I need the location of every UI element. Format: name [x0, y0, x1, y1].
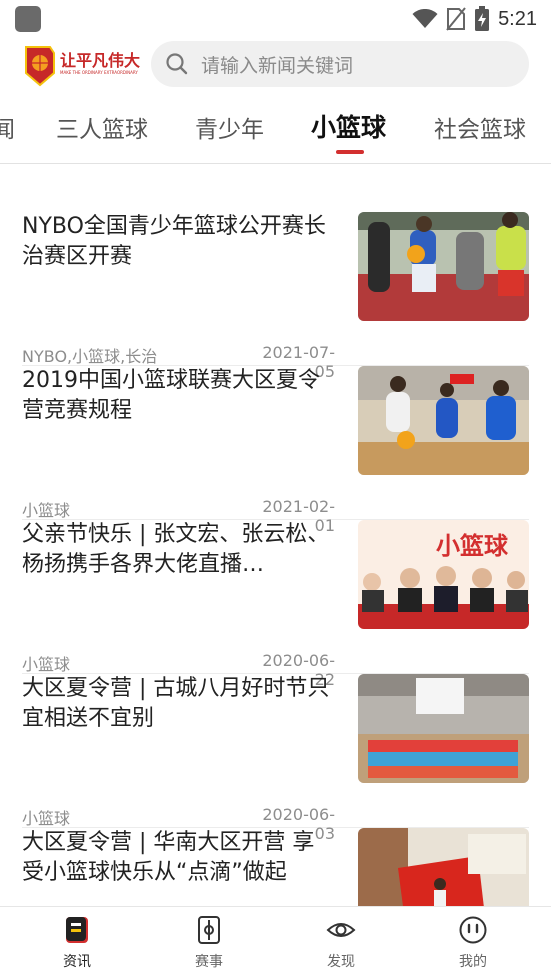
news-item[interactable]: 大区夏令营 | 古城八月好时节只宜相送不宜别 小篮球 2020-06-03	[22, 674, 529, 843]
tab-mini-basketball[interactable]: 小篮球	[311, 108, 386, 144]
news-item[interactable]: NYBO全国青少年篮球公开赛长治赛区开赛 NYBO,小篮球,长治 2021-07…	[22, 212, 529, 381]
nav-profile[interactable]: 我的	[433, 915, 513, 975]
logo-subtext: MAKE THE ORDINARY EXTRAORDINARY	[60, 70, 138, 75]
nav-discover[interactable]: 发现	[301, 915, 381, 975]
news-thumbnail: 小篮球	[358, 520, 529, 629]
wifi-icon	[412, 9, 438, 28]
thumbnail-banner-text: 小篮球	[436, 532, 509, 560]
news-item[interactable]: 父亲节快乐 | 张文宏、张云松、杨扬携手各界大佬直播… 小篮球 2020-06-…	[22, 520, 529, 689]
status-indicators: 5:21	[412, 6, 537, 32]
status-time: 5:21	[498, 7, 537, 30]
news-thumbnail	[358, 828, 529, 906]
tab-news[interactable]: 闻	[0, 110, 15, 144]
news-tags: 小篮球	[22, 809, 71, 828]
news-item[interactable]: 大区夏令营 | 华南大区开营 享受小篮球快乐从“点滴”做起	[22, 828, 529, 906]
news-tags: 小篮球	[22, 655, 71, 674]
tab-social-basketball[interactable]: 社会篮球	[434, 110, 526, 144]
news-icon	[66, 917, 88, 943]
active-tab-indicator	[336, 150, 364, 154]
search-bar[interactable]: 请输入新闻关键词	[151, 41, 529, 87]
app-notification-icon	[15, 6, 41, 32]
event-icon	[198, 916, 220, 944]
nav-label: 赛事	[195, 954, 223, 970]
nav-events[interactable]: 赛事	[169, 915, 249, 975]
nav-news[interactable]: 资讯	[37, 915, 117, 975]
eye-icon	[326, 923, 356, 937]
news-thumbnail	[358, 366, 529, 475]
no-sim-icon	[446, 7, 466, 31]
news-thumbnail	[358, 674, 529, 783]
category-tabs: 闻 三人篮球 青少年 小篮球 社会篮球	[0, 96, 551, 164]
bottom-navigation: 资讯 赛事 发现 我的	[0, 906, 551, 979]
news-title: 2019中国小篮球联赛大区夏令营竞赛规程	[22, 368, 320, 423]
news-thumbnail	[358, 212, 529, 321]
search-input[interactable]: 请输入新闻关键词	[201, 51, 353, 78]
logo-text: 让平凡伟大	[60, 51, 140, 70]
nav-label: 我的	[459, 954, 487, 970]
news-title: 父亲节快乐 | 张文宏、张云松、杨扬携手各界大佬直播…	[22, 522, 330, 577]
profile-icon	[459, 916, 487, 944]
news-item[interactable]: 2019中国小篮球联赛大区夏令营竞赛规程 小篮球 2021-02-01	[22, 366, 529, 535]
cba-logo[interactable]: 让平凡伟大 MAKE THE ORDINARY EXTRAORDINARY	[22, 43, 144, 87]
header: 让平凡伟大 MAKE THE ORDINARY EXTRAORDINARY 请输…	[0, 38, 551, 92]
news-tags: NYBO,小篮球,长治	[22, 347, 158, 366]
news-list: NYBO全国青少年篮球公开赛长治赛区开赛 NYBO,小篮球,长治 2021-07…	[0, 166, 551, 906]
news-tags: 小篮球	[22, 501, 71, 520]
status-bar: 5:21	[0, 0, 551, 38]
battery-charging-icon	[475, 6, 490, 31]
news-title: 大区夏令营 | 古城八月好时节只宜相送不宜别	[22, 676, 330, 731]
news-title: 大区夏令营 | 华南大区开营 享受小篮球快乐从“点滴”做起	[22, 830, 315, 885]
tab-3x3[interactable]: 三人篮球	[56, 110, 148, 144]
tab-youth[interactable]: 青少年	[195, 110, 264, 144]
search-icon	[166, 53, 188, 75]
nav-label: 发现	[327, 954, 355, 970]
nav-label: 资讯	[63, 954, 91, 970]
news-title: NYBO全国青少年篮球公开赛长治赛区开赛	[22, 214, 326, 269]
